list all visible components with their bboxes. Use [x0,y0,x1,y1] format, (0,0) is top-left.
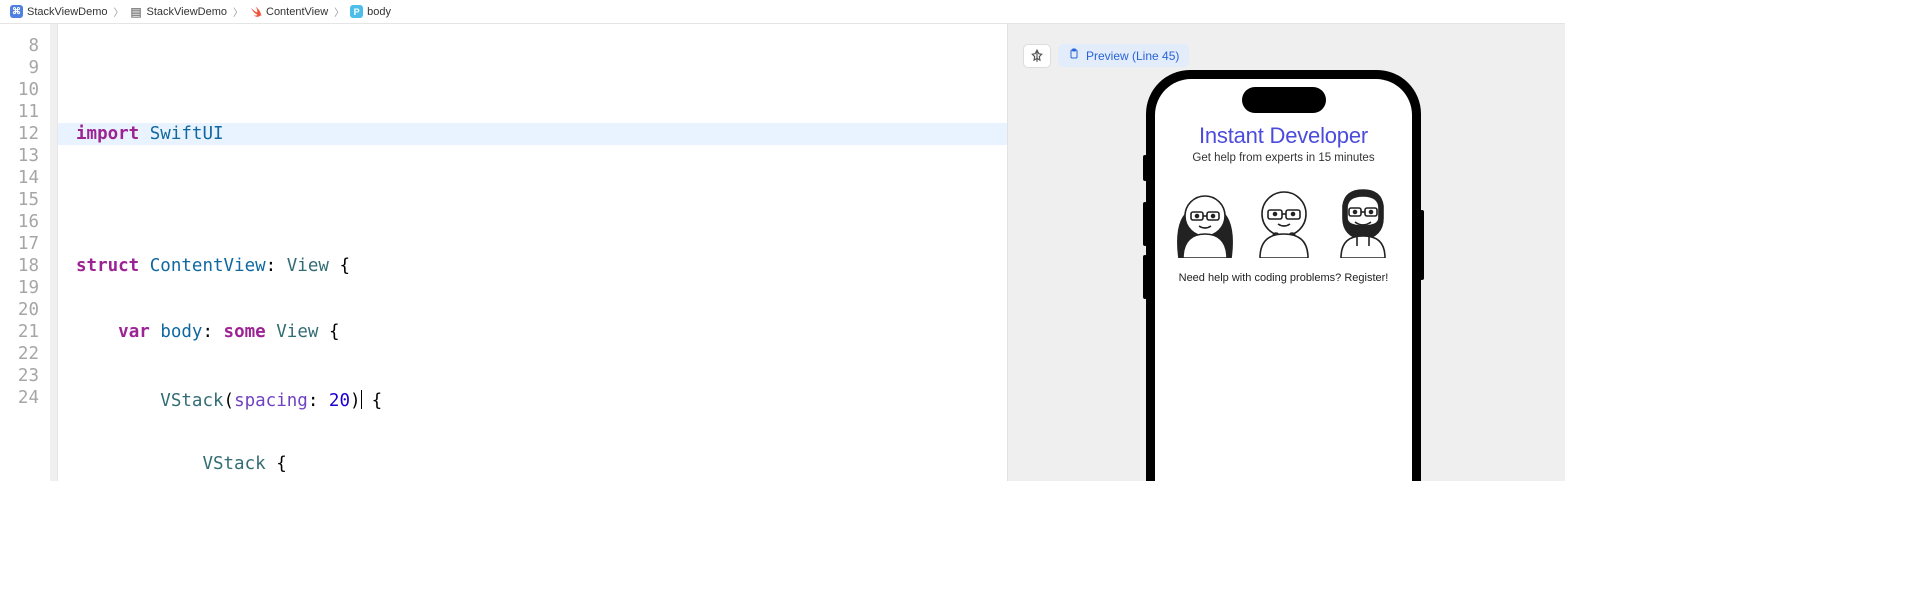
breadcrumb-project-label: StackViewDemo [27,6,108,18]
phone-side-button [1143,202,1147,246]
line-number: 8 [0,35,50,57]
breadcrumb: ⌘ StackViewDemo 〉 ▤ StackViewDemo 〉 Cont… [0,0,1565,24]
line-number: 21 [0,321,50,343]
device-screen[interactable]: Instant Developer Get help from experts … [1155,79,1412,481]
line-number: 17 [0,233,50,255]
folder-icon: ▤ [130,5,143,18]
preview-location-chip[interactable]: Preview (Line 45) [1058,44,1189,67]
avatar-user1 [1169,178,1241,258]
phone-side-button [1143,255,1147,299]
preview-chip-label: Preview (Line 45) [1086,49,1179,63]
app-subtitle: Get help from experts in 15 minutes [1155,152,1412,164]
swift-icon [249,5,262,18]
avatar-user2 [1248,178,1320,258]
avatar-row [1155,178,1412,258]
line-number: 24 [0,387,50,409]
pin-preview-button[interactable] [1023,44,1051,68]
line-number: 12 [0,123,50,145]
xcode-project-icon: ⌘ [10,5,23,18]
line-number: 15 [0,189,50,211]
line-number: 14 [0,167,50,189]
chevron-right-icon: 〉 [332,4,346,19]
chevron-right-icon: 〉 [112,4,126,19]
clipboard-icon [1068,48,1080,63]
breadcrumb-folder[interactable]: ▤ StackViewDemo [130,5,228,18]
line-number: 22 [0,343,50,365]
line-number: 13 [0,145,50,167]
property-icon: P [350,5,363,18]
breadcrumb-file[interactable]: ContentView [249,5,328,18]
preview-canvas[interactable]: Preview (Line 45) Instant Developer Get … [1007,24,1565,481]
phone-side-button [1420,210,1424,280]
breadcrumb-folder-label: StackViewDemo [147,6,228,18]
breadcrumb-symbol[interactable]: P body [350,5,391,18]
line-number: 19 [0,277,50,299]
line-number: 11 [0,101,50,123]
avatar-user3 [1327,178,1399,258]
line-number: 16 [0,211,50,233]
chevron-right-icon: 〉 [231,4,245,19]
code-area[interactable]: import SwiftUI struct ContentView: View … [58,24,1007,481]
breadcrumb-project[interactable]: ⌘ StackViewDemo [10,5,108,18]
dynamic-island [1242,87,1326,113]
pin-icon [1030,49,1044,63]
line-number: 18 [0,255,50,277]
line-number: 9 [0,57,50,79]
breadcrumb-symbol-label: body [367,6,391,18]
text-cursor [361,390,363,409]
phone-side-button [1143,155,1147,181]
line-gutter: 8 9 10 11 12 13 14 15 16 17 18 19 20 21 … [0,24,58,481]
app-title: Instant Developer [1155,123,1412,149]
app-prompt-text: Need help with coding problems? Register… [1155,272,1412,284]
line-number: 23 [0,365,50,387]
code-editor[interactable]: 8 9 10 11 12 13 14 15 16 17 18 19 20 21 … [0,24,1007,481]
line-number: 10 [0,79,50,101]
device-frame: Instant Developer Get help from experts … [1146,70,1421,481]
line-number: 20 [0,299,50,321]
breadcrumb-file-label: ContentView [266,6,328,18]
